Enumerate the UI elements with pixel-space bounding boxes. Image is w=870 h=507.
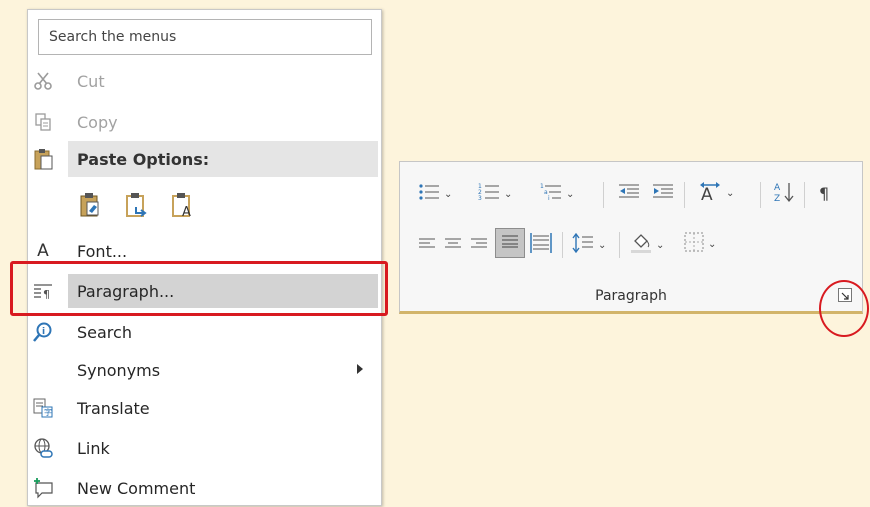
shading-icon xyxy=(630,232,652,259)
bullets-icon xyxy=(418,182,440,207)
copy-menu-item[interactable]: Copy xyxy=(28,103,381,141)
svg-text:A: A xyxy=(701,185,713,202)
svg-text:A: A xyxy=(774,183,781,193)
shading-button[interactable]: ⌄ xyxy=(630,232,664,259)
show-formatting-marks-button[interactable]: ¶ xyxy=(819,184,829,203)
svg-text:A: A xyxy=(182,205,191,219)
align-left-icon xyxy=(418,236,436,257)
line-spacing-icon xyxy=(572,232,594,258)
show-formatting-marks-icon: ¶ xyxy=(819,184,830,203)
center-icon xyxy=(444,236,462,257)
paste-options-label: Paste Options: xyxy=(77,149,210,169)
sort-button[interactable]: AZ xyxy=(773,181,795,208)
translate-label: Translate xyxy=(77,398,150,418)
chevron-down-icon: ⌄ xyxy=(504,189,513,200)
borders-icon xyxy=(684,232,704,257)
ribbon-separator xyxy=(619,232,620,258)
cut-menu-item[interactable]: Cut xyxy=(28,62,381,100)
link-label: Link xyxy=(77,438,110,458)
distributed-icon xyxy=(530,232,552,259)
ribbon-separator xyxy=(562,232,563,258)
paste-options-header: Paste Options: xyxy=(28,140,381,178)
multilevel-list-button[interactable]: 1ai ⌄ xyxy=(540,182,574,207)
align-right-button[interactable] xyxy=(470,236,488,257)
sort-icon: AZ xyxy=(773,181,795,208)
merge-formatting-icon[interactable] xyxy=(123,189,151,221)
center-button[interactable] xyxy=(444,236,462,257)
chevron-down-icon: ⌄ xyxy=(598,240,607,251)
paragraph-group-label: Paragraph xyxy=(595,288,667,304)
chevron-down-icon: ⌄ xyxy=(726,188,735,199)
search-menus-input[interactable]: Search the menus xyxy=(38,19,372,55)
font-a-icon: A xyxy=(37,241,49,261)
translate-menu-item[interactable]: 字 Translate xyxy=(28,389,381,427)
copy-label: Copy xyxy=(77,112,118,132)
justify-icon xyxy=(501,233,519,254)
numbering-button[interactable]: 123 ⌄ xyxy=(478,182,512,207)
decrease-indent-button[interactable] xyxy=(618,182,640,207)
search-placeholder: Search the menus xyxy=(49,29,177,45)
multilevel-list-icon: 1ai xyxy=(540,182,562,207)
align-left-button[interactable] xyxy=(418,236,436,257)
synonyms-label: Synonyms xyxy=(77,360,161,380)
line-spacing-button[interactable]: ⌄ xyxy=(572,232,607,258)
borders-button[interactable]: ⌄ xyxy=(684,232,716,257)
svg-text:i: i xyxy=(548,195,550,202)
paragraph-label: Paragraph... xyxy=(77,281,175,301)
translate-icon: 字 xyxy=(31,396,55,420)
svg-text:字: 字 xyxy=(44,407,52,417)
comment-icon xyxy=(31,476,55,500)
launcher-highlight-circle xyxy=(819,280,869,337)
cut-label: Cut xyxy=(77,71,105,91)
new-comment-menu-item[interactable]: New Comment xyxy=(28,469,381,507)
submenu-arrow-icon xyxy=(357,364,363,374)
ribbon-separator xyxy=(804,182,805,208)
chevron-down-icon: ⌄ xyxy=(444,189,453,200)
new-comment-label: New Comment xyxy=(77,478,196,498)
synonyms-menu-item[interactable]: Synonyms xyxy=(28,351,381,389)
context-menu: Search the menus Cut Copy Paste Options:… xyxy=(27,9,382,506)
chevron-down-icon: ⌄ xyxy=(656,240,665,251)
text-direction-button[interactable]: A ⌄ xyxy=(698,180,734,207)
decrease-indent-icon xyxy=(618,182,640,207)
search-label: Search xyxy=(77,322,132,342)
search-menu-item[interactable]: i Search xyxy=(28,313,381,351)
link-menu-item[interactable]: Link xyxy=(28,429,381,467)
chevron-down-icon: ⌄ xyxy=(708,239,717,250)
distributed-button[interactable] xyxy=(530,232,552,259)
keep-source-formatting-icon[interactable] xyxy=(77,189,105,221)
increase-indent-button[interactable] xyxy=(652,182,674,207)
justify-button[interactable] xyxy=(495,228,525,258)
svg-text:Z: Z xyxy=(774,194,780,203)
text-direction-icon: A xyxy=(698,180,722,207)
ribbon-separator xyxy=(760,182,761,208)
scissors-icon xyxy=(31,69,55,93)
paragraph-ribbon-group: ⌄ 123 ⌄ 1ai ⌄ A ⌄ AZ ¶ ⌄ ⌄ ⌄ Paragraph xyxy=(399,161,863,314)
numbering-icon: 123 xyxy=(478,182,500,207)
ribbon-separator xyxy=(603,182,604,208)
ribbon-separator xyxy=(684,182,685,208)
search-icon: i xyxy=(31,320,55,344)
keep-text-only-icon[interactable]: A xyxy=(169,189,197,221)
chevron-down-icon: ⌄ xyxy=(566,189,575,200)
link-icon xyxy=(31,436,55,460)
paragraph-highlight-box xyxy=(10,261,388,316)
paste-options-row: A xyxy=(77,185,197,225)
copy-icon xyxy=(31,110,55,134)
bullets-button[interactable]: ⌄ xyxy=(418,182,452,207)
svg-text:i: i xyxy=(42,327,45,337)
svg-text:3: 3 xyxy=(478,195,482,202)
increase-indent-icon xyxy=(652,182,674,207)
clipboard-icon xyxy=(33,147,55,176)
align-right-icon xyxy=(470,236,488,257)
